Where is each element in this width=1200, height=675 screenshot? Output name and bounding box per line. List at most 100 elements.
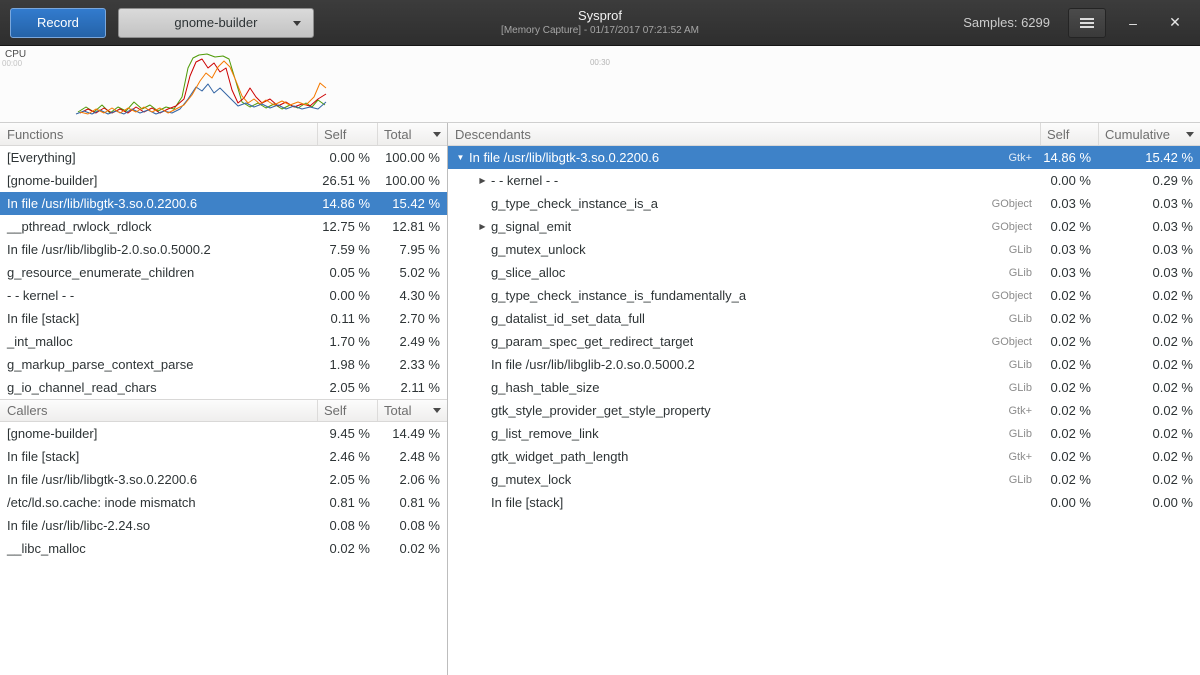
record-button[interactable]: Record [10, 8, 106, 38]
samples-count: Samples: 6299 [963, 15, 1050, 30]
cumulative-value: 0.03 % [1098, 219, 1200, 234]
table-row[interactable]: _int_malloc1.70 %2.49 % [0, 330, 447, 353]
self-column-header[interactable]: Self [317, 123, 377, 145]
table-row[interactable]: g_mutex_unlockGLib0.03 %0.03 % [448, 238, 1200, 261]
self-column-header[interactable]: Self [317, 400, 377, 421]
cpu-graph-area[interactable]: CPU 00:00 00:30 [0, 46, 1200, 123]
expander-closed-icon[interactable]: ▶ [474, 177, 491, 185]
table-row[interactable]: ▼In file /usr/lib/libgtk-3.so.0.2200.6Gt… [448, 146, 1200, 169]
descendant-name-cell: g_list_remove_linkGLib [448, 426, 1040, 441]
expander-open-icon[interactable]: ▼ [452, 154, 469, 162]
functions-column-header[interactable]: Functions [0, 123, 317, 145]
table-row[interactable]: g_list_remove_linkGLib0.02 %0.02 % [448, 422, 1200, 445]
table-row[interactable]: In file /usr/lib/libgtk-3.so.0.2200.62.0… [0, 468, 447, 491]
function-name: g_datalist_id_set_data_full [491, 311, 645, 326]
table-row[interactable]: - - kernel - -0.00 %4.30 % [0, 284, 447, 307]
total-value: 14.49 % [377, 426, 447, 441]
minimize-button[interactable]: – [1118, 15, 1148, 31]
table-row[interactable]: g_resource_enumerate_children0.05 %5.02 … [0, 261, 447, 284]
library-tag: Gtk+ [1008, 152, 1040, 164]
library-tag: GLib [1009, 359, 1040, 371]
total-value: 4.30 % [377, 288, 447, 303]
function-name: - - kernel - - [0, 288, 317, 303]
close-button[interactable]: ✕ [1160, 14, 1190, 31]
descendant-name-cell: ▼In file /usr/lib/libgtk-3.so.0.2200.6Gt… [448, 150, 1040, 165]
self-value: 2.46 % [317, 449, 377, 464]
table-row[interactable]: [Everything]0.00 %100.00 % [0, 146, 447, 169]
library-tag: GObject [992, 290, 1040, 302]
chevron-down-icon [293, 21, 301, 26]
table-row[interactable]: __libc_malloc0.02 %0.02 % [0, 537, 447, 560]
function-name: In file /usr/lib/libc-2.24.so [0, 518, 317, 533]
hamburger-icon [1080, 22, 1094, 24]
table-row[interactable]: ▶g_signal_emitGObject0.02 %0.03 % [448, 215, 1200, 238]
total-value: 15.42 % [377, 196, 447, 211]
function-name: g_io_channel_read_chars [0, 380, 317, 395]
total-column-header[interactable]: Total [377, 400, 447, 421]
table-row[interactable]: g_io_channel_read_chars2.05 %2.11 % [0, 376, 447, 399]
table-row[interactable]: In file /usr/lib/libc-2.24.so0.08 %0.08 … [0, 514, 447, 537]
total-column-header[interactable]: Total [377, 123, 447, 145]
table-row[interactable]: In file [stack]2.46 %2.48 % [0, 445, 447, 468]
function-name: [gnome-builder] [0, 173, 317, 188]
table-row[interactable]: g_hash_table_sizeGLib0.02 %0.02 % [448, 376, 1200, 399]
table-row[interactable]: gtk_style_provider_get_style_propertyGtk… [448, 399, 1200, 422]
cumulative-value: 0.03 % [1098, 196, 1200, 211]
table-row[interactable]: /etc/ld.so.cache: inode mismatch0.81 %0.… [0, 491, 447, 514]
functions-table: [Everything]0.00 %100.00 %[gnome-builder… [0, 146, 447, 399]
table-row[interactable]: ▶- - kernel - -0.00 %0.29 % [448, 169, 1200, 192]
total-value: 0.02 % [377, 541, 447, 556]
process-dropdown-label: gnome-builder [174, 15, 257, 30]
expander-closed-icon[interactable]: ▶ [474, 223, 491, 231]
table-row[interactable]: In file [stack]0.11 %2.70 % [0, 307, 447, 330]
library-tag: GObject [992, 221, 1040, 233]
descendant-name-cell: g_hash_table_sizeGLib [448, 380, 1040, 395]
table-row[interactable]: gtk_widget_path_lengthGtk+0.02 %0.02 % [448, 445, 1200, 468]
cumulative-value: 0.02 % [1098, 472, 1200, 487]
table-row[interactable]: In file /usr/lib/libglib-2.0.so.0.5000.2… [448, 353, 1200, 376]
total-value: 2.48 % [377, 449, 447, 464]
function-name: In file [stack] [491, 495, 563, 510]
table-row[interactable]: g_markup_parse_context_parse1.98 %2.33 % [0, 353, 447, 376]
function-name: In file [stack] [0, 311, 317, 326]
table-row[interactable]: g_mutex_lockGLib0.02 %0.02 % [448, 468, 1200, 491]
table-row[interactable]: g_type_check_instance_is_aGObject0.03 %0… [448, 192, 1200, 215]
table-row[interactable]: [gnome-builder]9.45 %14.49 % [0, 422, 447, 445]
self-value: 0.05 % [317, 265, 377, 280]
header-bar: Record gnome-builder Sysprof [Memory Cap… [0, 0, 1200, 46]
table-row[interactable]: g_datalist_id_set_data_fullGLib0.02 %0.0… [448, 307, 1200, 330]
self-value: 0.02 % [1040, 449, 1098, 464]
table-row[interactable]: g_param_spec_get_redirect_targetGObject 0… [448, 330, 1200, 353]
menu-button[interactable] [1068, 8, 1106, 38]
function-name: g_signal_emit [491, 219, 571, 234]
library-tag: GObject [992, 198, 1040, 210]
table-row[interactable]: g_slice_allocGLib0.03 %0.03 % [448, 261, 1200, 284]
cumulative-column-header[interactable]: Cumulative [1098, 123, 1200, 145]
header-right-cluster: Samples: 6299 – ✕ [963, 8, 1190, 38]
callers-column-header[interactable]: Callers [0, 400, 317, 421]
callers-header: Callers Self Total [0, 399, 447, 422]
self-value: 0.02 % [1040, 357, 1098, 372]
table-row[interactable]: In file [stack]0.00 %0.00 % [448, 491, 1200, 514]
sort-indicator-icon [433, 132, 441, 137]
descendants-table: ▼In file /usr/lib/libgtk-3.so.0.2200.6Gt… [448, 146, 1200, 514]
function-name: __pthread_rwlock_rdlock [0, 219, 317, 234]
descendant-name-cell: g_slice_allocGLib [448, 265, 1040, 280]
cumulative-value: 15.42 % [1098, 150, 1200, 165]
table-row[interactable]: __pthread_rwlock_rdlock12.75 %12.81 % [0, 215, 447, 238]
total-value: 2.11 % [377, 380, 447, 395]
column-label: Total [384, 127, 411, 142]
table-row[interactable]: [gnome-builder]26.51 %100.00 % [0, 169, 447, 192]
table-row[interactable]: In file /usr/lib/libgtk-3.so.0.2200.614.… [0, 192, 447, 215]
descendant-name-cell: g_param_spec_get_redirect_targetGObject [448, 334, 1040, 349]
library-tag: GLib [1009, 428, 1040, 440]
self-value: 0.00 % [317, 150, 377, 165]
cumulative-value: 0.02 % [1098, 334, 1200, 349]
table-row[interactable]: In file /usr/lib/libglib-2.0.so.0.5000.2… [0, 238, 447, 261]
self-value: 26.51 % [317, 173, 377, 188]
process-dropdown[interactable]: gnome-builder [118, 8, 314, 38]
self-value: 0.03 % [1040, 265, 1098, 280]
self-column-header[interactable]: Self [1040, 123, 1098, 145]
descendants-column-header[interactable]: Descendants [448, 123, 1040, 145]
table-row[interactable]: g_type_check_instance_is_fundamentally_a… [448, 284, 1200, 307]
